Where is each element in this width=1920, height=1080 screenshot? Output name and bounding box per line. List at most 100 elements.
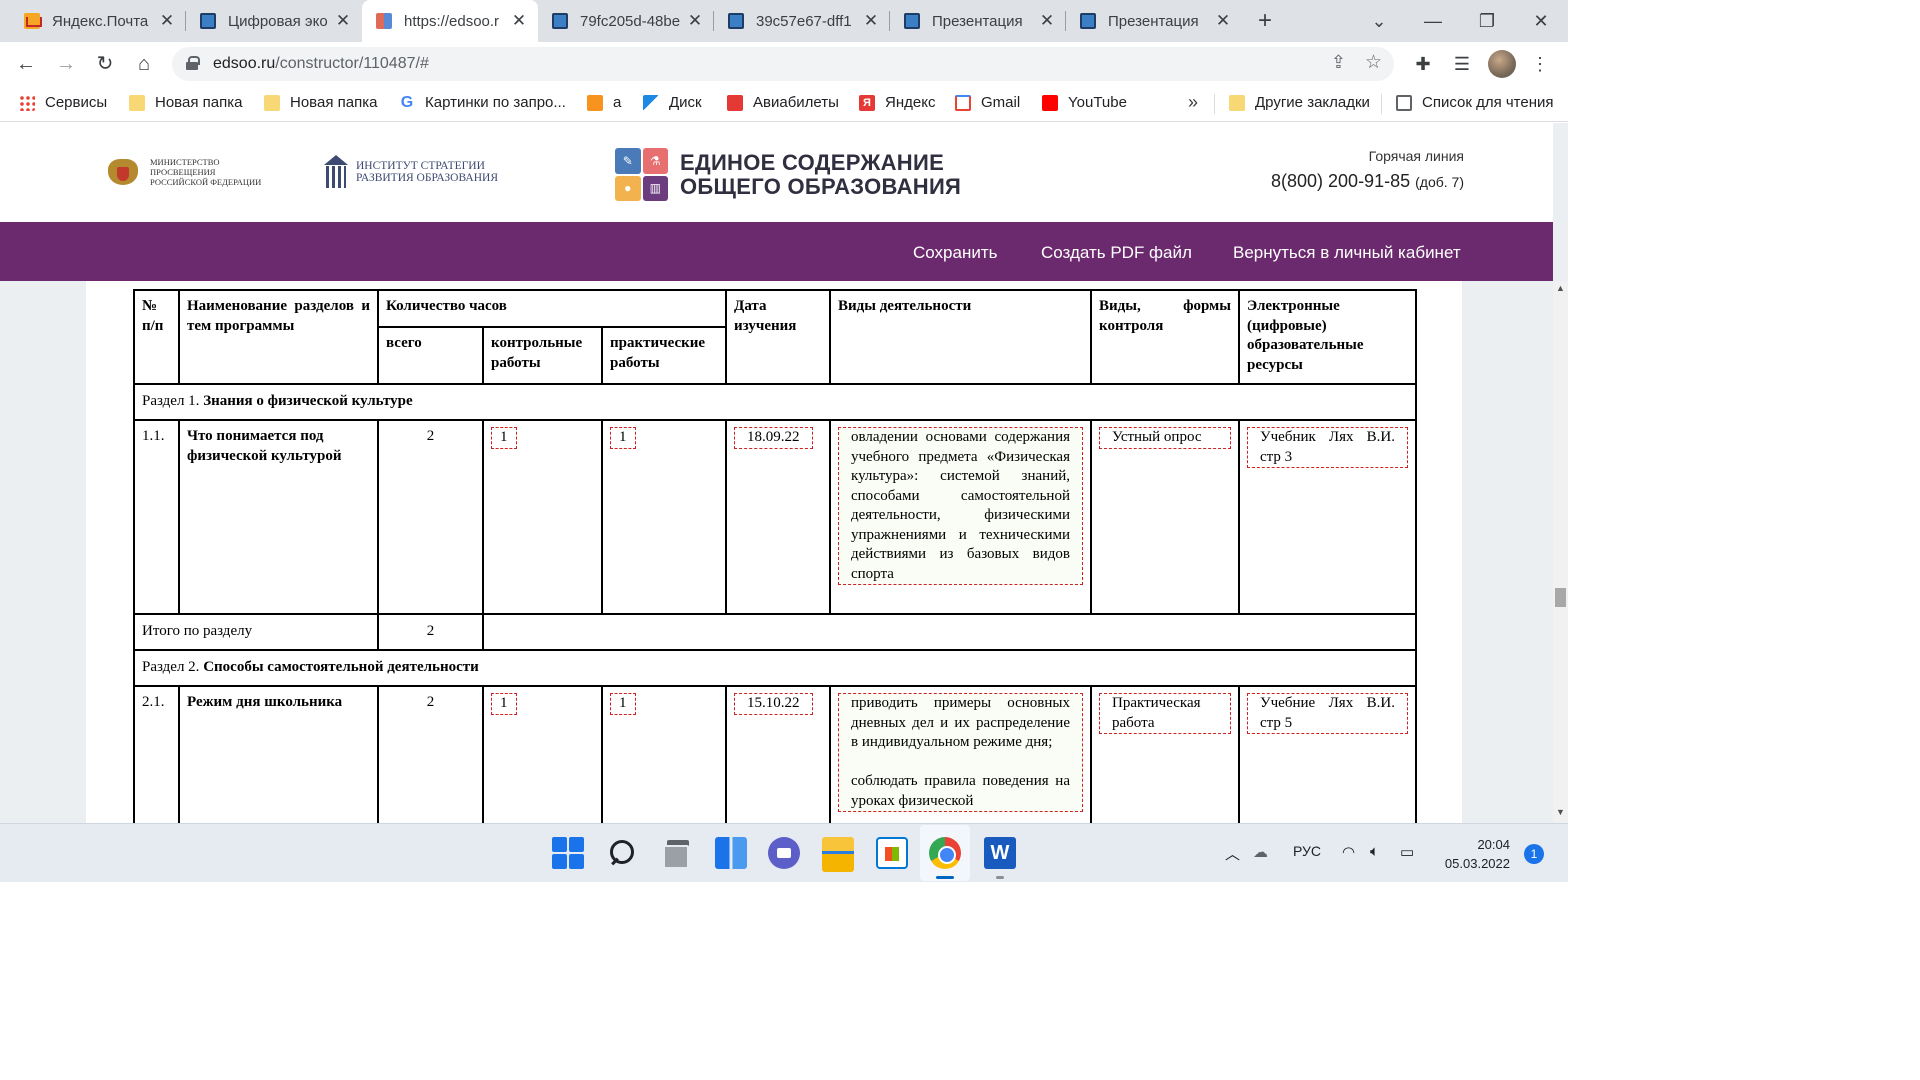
control-input[interactable]: 1 [491, 427, 517, 449]
close-window-icon[interactable]: ✕ [1514, 11, 1568, 32]
back-arrow-icon[interactable]: ← [12, 50, 40, 78]
summary-row: Итого по разделу 2 [133, 613, 1417, 651]
close-icon[interactable]: ✕ [686, 11, 704, 31]
date-input[interactable]: 18.09.22 [734, 427, 813, 449]
forms-input[interactable]: Практическая работа [1099, 693, 1231, 734]
scroll-up-arrow-icon[interactable]: ▲ [1553, 283, 1568, 297]
word-icon[interactable]: W [984, 837, 1016, 869]
reading-list[interactable]: Список для чтения [1396, 94, 1554, 111]
more-bookmarks-chevron-icon[interactable]: » [1188, 92, 1198, 113]
close-icon[interactable]: ✕ [1038, 11, 1056, 31]
volume-icon[interactable]: 🔈︎ [1370, 843, 1379, 860]
practical-input[interactable]: 1 [610, 427, 636, 449]
close-icon[interactable]: ✕ [334, 11, 352, 31]
action-bar: Сохранить Создать PDF файл Вернуться в л… [0, 222, 1553, 281]
scroll-down-arrow-icon[interactable]: ▼ [1553, 807, 1568, 821]
chrome-icon[interactable] [929, 837, 961, 869]
forward-arrow-icon[interactable]: → [52, 50, 80, 78]
open-book-icon: ▥ [642, 175, 668, 201]
reload-icon[interactable]: ↻ [91, 50, 119, 78]
minimize-icon[interactable]: — [1406, 11, 1460, 32]
share-icon[interactable]: ⇪ [1331, 52, 1346, 73]
close-icon[interactable]: ✕ [1214, 11, 1232, 31]
windows-start-icon[interactable] [552, 837, 584, 869]
tab-edsoo[interactable]: https://edsoo.r ✕ [362, 0, 538, 42]
row-date-cell: 15.10.22 [725, 685, 831, 847]
store-icon[interactable] [876, 837, 908, 869]
tab-presentation-1[interactable]: Презентация ✕ [890, 0, 1066, 42]
bookmark-other[interactable]: Другие закладки [1229, 94, 1370, 111]
tab-digital[interactable]: Цифровая эко ✕ [186, 0, 362, 42]
tab-yandex-mail[interactable]: Яндекс.Почта ✕ [10, 0, 186, 42]
home-icon[interactable]: ⌂ [130, 50, 158, 78]
bookmark-yandex[interactable]: Я Яндекс [859, 94, 935, 111]
restore-icon[interactable]: ❐ [1460, 11, 1514, 32]
practical-input[interactable]: 1 [610, 693, 636, 715]
row-activities-cell: овладении основами содержания учебного п… [829, 419, 1092, 615]
bookmark-disk[interactable]: Диск [643, 94, 702, 111]
table-header-row: № п/п Наименование разделов и тем програ… [133, 289, 1417, 385]
chrome-running-indicator [936, 876, 954, 879]
scroll-thumb[interactable] [1555, 588, 1566, 607]
wifi-icon[interactable]: ◠ [1342, 843, 1355, 861]
resources-input[interactable]: Учебние Лях В.И. стр 5 [1247, 693, 1408, 734]
task-view-icon[interactable] [661, 837, 693, 869]
header-practical: практические работы [601, 326, 727, 385]
reading-list-icon [1396, 94, 1412, 111]
onedrive-cloud-icon[interactable]: ☁ [1253, 843, 1268, 861]
control-input[interactable]: 1 [491, 693, 517, 715]
header-hours: Количество часов [377, 289, 727, 328]
create-pdf-button[interactable]: Создать PDF файл [1041, 243, 1192, 263]
activities-input[interactable]: овладении основами содержания учебного п… [838, 427, 1083, 585]
tab-39c5[interactable]: 39c57e67-dff1 ✕ [714, 0, 890, 42]
bookmark-youtube[interactable]: YouTube [1042, 94, 1127, 111]
close-icon[interactable]: ✕ [158, 11, 176, 31]
media-control-icon[interactable]: ☰ [1448, 50, 1476, 78]
close-icon[interactable]: ✕ [862, 11, 880, 31]
row-practical-cell: 1 [601, 685, 727, 847]
bookmark-google-images[interactable]: G Картинки по запро... [399, 94, 566, 111]
tab-search-icon[interactable]: ⌄ [1352, 11, 1406, 32]
edsoo-logo[interactable]: ✎ ⚗ ● ▥ ЕДИНОЕ СОДЕРЖАНИЕ ОБЩЕГО ОБРАЗОВА… [615, 148, 961, 201]
address-bar[interactable]: edsoo.ru/constructor/110487/# ⇪ ☆ [172, 47, 1394, 81]
activities-input[interactable]: приводить примеры основных дневных дел и… [838, 693, 1083, 812]
notification-badge[interactable]: 1 [1524, 844, 1544, 864]
tab-title: 39c57e67-dff1 [756, 12, 852, 30]
forms-input[interactable]: Устный опрос [1099, 427, 1231, 449]
page-scrollbar[interactable]: ▲ ▼ [1553, 281, 1568, 823]
menu-kebab-icon[interactable]: ⋮ [1526, 50, 1554, 78]
tab-presentation-2[interactable]: Презентация ✕ [1066, 0, 1242, 42]
close-icon[interactable]: ✕ [510, 11, 528, 31]
tray-overflow-chevron-icon[interactable]: ︿ [1225, 843, 1240, 864]
battery-icon[interactable]: ▭ [1400, 843, 1414, 861]
tab-79fc[interactable]: 79fc205d-48be ✕ [538, 0, 714, 42]
extensions-icon[interactable]: ✚ [1409, 50, 1437, 78]
file-explorer-icon[interactable] [822, 837, 854, 872]
new-tab-button[interactable]: + [1250, 6, 1280, 36]
date-input[interactable]: 15.10.22 [734, 693, 813, 715]
bookmark-new-folder-1[interactable]: Новая папка [129, 94, 242, 111]
search-icon[interactable] [607, 837, 639, 869]
widgets-icon[interactable] [715, 837, 747, 869]
bookmark-star-icon[interactable]: ☆ [1365, 51, 1382, 74]
clock[interactable]: 20:04 05.03.2022 [1432, 835, 1510, 873]
resources-input[interactable]: Учебник Лях В.И. стр 3 [1247, 427, 1408, 468]
pencil-icon: ✎ [615, 148, 641, 174]
institute-name: ИНСТИТУТ СТРАТЕГИИ РАЗВИТИЯ ОБРАЗОВАНИЯ [356, 160, 499, 184]
ministry-logo[interactable]: МИНИСТЕРСТВО ПРОСВЕЩЕНИЯ РОССИЙСКОЙ ФЕДЕ… [104, 153, 275, 191]
save-button[interactable]: Сохранить [913, 243, 997, 263]
hotline-phone[interactable]: 8(800) 200-91-85 (доб. 7) [1271, 171, 1464, 192]
back-to-cabinet-button[interactable]: Вернуться в личный кабинет [1233, 243, 1461, 263]
divider [1381, 94, 1382, 114]
bookmark-gmail[interactable]: Gmail [955, 94, 1020, 111]
bookmark-ok[interactable]: а [587, 94, 621, 111]
chat-icon[interactable] [768, 837, 800, 869]
input-language[interactable]: РУС [1293, 843, 1321, 859]
profile-avatar[interactable] [1488, 50, 1516, 78]
lock-icon [186, 56, 200, 70]
bookmark-services[interactable]: Сервисы [19, 94, 107, 111]
bookmark-aviabilety[interactable]: Авиабилеты [727, 94, 839, 111]
institute-logo[interactable]: ИНСТИТУТ СТРАТЕГИИ РАЗВИТИЯ ОБРАЗОВАНИЯ [322, 153, 498, 191]
url-text: edsoo.ru/constructor/110487/# [213, 55, 429, 72]
bookmark-new-folder-2[interactable]: Новая папка [264, 94, 377, 111]
